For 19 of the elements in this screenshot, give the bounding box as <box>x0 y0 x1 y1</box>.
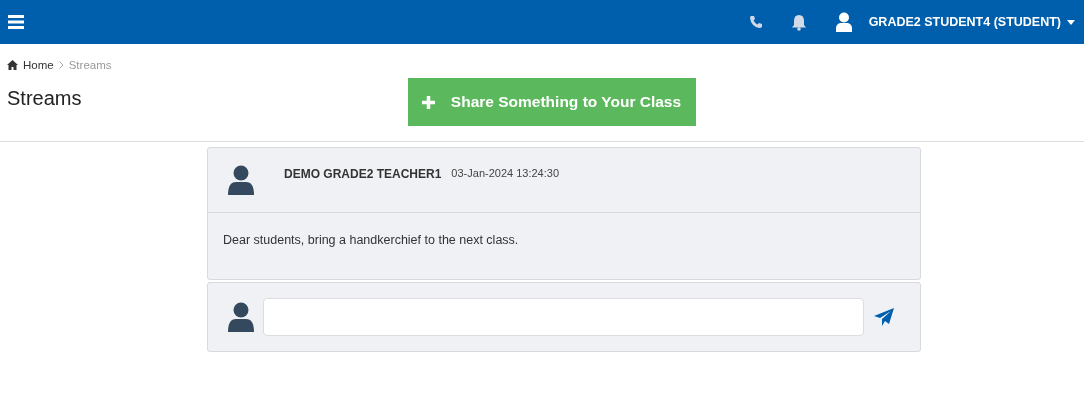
user-menu[interactable]: GRADE2 STUDENT4 (STUDENT) <box>868 15 1075 29</box>
breadcrumb-current: Streams <box>68 59 112 71</box>
send-icon[interactable] <box>874 308 894 326</box>
plus-icon <box>421 95 435 109</box>
comment-field[interactable] <box>263 298 864 336</box>
menu-icon[interactable] <box>8 15 24 29</box>
post-time: 03-Jan-2024 13:24:30 <box>451 167 559 179</box>
post-message: Dear students, bring a handkerchief to the next class. <box>223 233 519 247</box>
bell-icon[interactable] <box>790 13 807 31</box>
breadcrumb-link[interactable]: Home <box>23 59 54 71</box>
chevron-icon <box>58 61 64 69</box>
phone-icon[interactable] <box>748 15 763 29</box>
page-title: Streams <box>7 87 83 110</box>
user-icon[interactable] <box>834 12 853 32</box>
avatar-icon <box>228 302 254 332</box>
home-icon <box>7 60 18 70</box>
avatar-icon <box>228 165 254 195</box>
post-author: DEMO GRADE2 TEACHER1 <box>284 167 442 181</box>
caret-icon <box>1067 19 1075 25</box>
